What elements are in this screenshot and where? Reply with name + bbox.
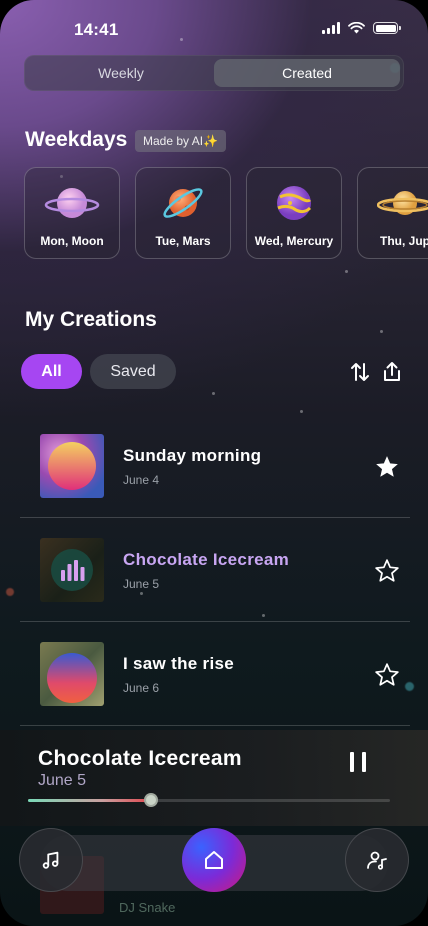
- creation-row[interactable]: I saw the rise June 6: [20, 622, 410, 726]
- ai-badge: Made by AI✨: [135, 130, 226, 152]
- moon-planet-icon: [44, 188, 100, 218]
- now-playing-bar[interactable]: Chocolate Icecream June 5: [0, 730, 428, 826]
- weekdays-title: Weekdays: [25, 128, 128, 151]
- tab-weekly[interactable]: Weekly: [28, 59, 214, 87]
- creation-subtitle: DJ Snake: [119, 900, 176, 915]
- creations-list: Sunday morning June 4 Chocolate Icecream…: [20, 414, 410, 726]
- star-dot: [300, 410, 303, 413]
- weekday-card-wednesday[interactable]: Wed, Mercury: [246, 167, 342, 259]
- creation-date: June 6: [123, 681, 160, 695]
- jupiter-planet-icon: [377, 191, 428, 215]
- sort-icon[interactable]: [348, 360, 372, 384]
- star-dot: [212, 392, 215, 395]
- creation-row-playing[interactable]: Chocolate Icecream June 5: [20, 518, 410, 622]
- star-filled-icon[interactable]: [374, 454, 400, 480]
- weekday-label: Tue, Mars: [155, 234, 211, 248]
- cover-art: [40, 538, 104, 602]
- battery-icon: [373, 22, 401, 34]
- wifi-icon: [348, 22, 365, 34]
- home-icon: [205, 851, 223, 869]
- status-time: 14:41: [74, 20, 119, 39]
- progress-fill: [28, 799, 152, 802]
- now-playing-date: June 5: [38, 772, 87, 789]
- decor-orb: [6, 588, 14, 596]
- pause-button[interactable]: [348, 752, 370, 774]
- cover-orb-image: [48, 442, 96, 490]
- mercury-planet-icon: [277, 186, 312, 220]
- share-icon[interactable]: [380, 360, 404, 384]
- star-outline-icon[interactable]: [374, 662, 400, 688]
- tab-created[interactable]: Created: [214, 59, 400, 87]
- signal-icon: [322, 22, 340, 34]
- weekday-label: Wed, Mercury: [254, 234, 334, 248]
- music-note-icon: [42, 851, 59, 869]
- user-music-icon: [367, 851, 387, 870]
- star-dot: [345, 270, 348, 273]
- weekday-carousel[interactable]: Mon, Moon Tue, Mars Wed, Mercury Thu, Ju…: [24, 167, 428, 259]
- creation-date: June 4: [123, 473, 160, 487]
- view-segment-control: Weekly Created: [24, 55, 404, 91]
- weekday-card-monday[interactable]: Mon, Moon: [24, 167, 120, 259]
- creation-title: Chocolate Icecream: [123, 550, 290, 569]
- cover-art: [40, 642, 104, 706]
- creation-row[interactable]: Sunday morning June 4: [20, 414, 410, 518]
- creation-title: I saw the rise: [123, 654, 234, 673]
- status-icons: [322, 22, 401, 34]
- nav-profile-music-button[interactable]: [345, 828, 409, 892]
- playback-progress[interactable]: [28, 793, 390, 807]
- nav-music-button[interactable]: [19, 828, 83, 892]
- weekday-card-tuesday[interactable]: Tue, Mars: [135, 167, 231, 259]
- cover-orb-image: [47, 653, 97, 703]
- now-playing-title: Chocolate Icecream: [38, 747, 242, 770]
- star-dot: [380, 330, 383, 333]
- mars-planet-icon: [163, 188, 203, 218]
- filter-all-chip[interactable]: All: [21, 354, 82, 389]
- app-screen: 14:41 Weekly Created Weekdays Made by AI…: [0, 0, 428, 926]
- star-outline-icon[interactable]: [374, 558, 400, 584]
- weekday-label: Thu, Jup: [380, 234, 428, 248]
- pause-icon: [350, 752, 354, 772]
- nav-home-button[interactable]: [182, 828, 246, 892]
- weekday-card-thursday[interactable]: Thu, Jup: [357, 167, 428, 259]
- equalizer-icon: [51, 549, 93, 591]
- progress-knob[interactable]: [144, 793, 159, 807]
- filter-saved-chip[interactable]: Saved: [90, 354, 176, 389]
- weekday-label: Mon, Moon: [40, 234, 104, 248]
- creations-title: My Creations: [25, 308, 157, 331]
- creation-date: June 5: [123, 577, 160, 591]
- cover-art: [40, 434, 104, 498]
- creation-title: Sunday morning: [123, 446, 262, 465]
- status-bar: 14:41: [0, 0, 428, 56]
